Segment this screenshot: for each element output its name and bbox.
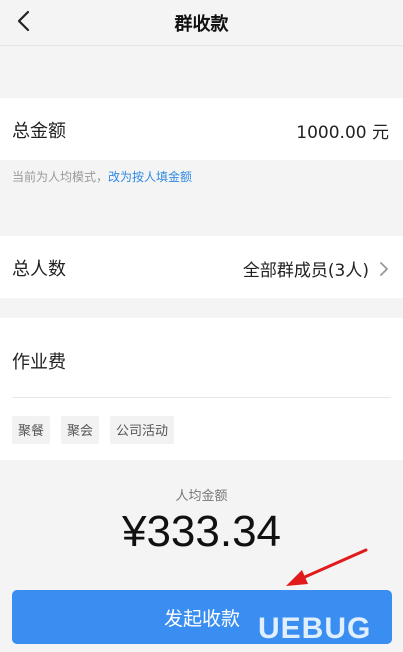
total-people-value-wrap: 全部群成员(3人) — [243, 256, 389, 281]
total-amount-label: 总金额 — [12, 121, 66, 142]
page-title: 群收款 — [174, 14, 229, 35]
tag-company-event[interactable]: 公司活动 — [110, 416, 175, 444]
total-amount-value[interactable]: 1000.00 元 — [296, 118, 389, 143]
watermark-logo: UEBUG — [258, 612, 372, 645]
total-amount-row[interactable]: 总金额 1000.00 元 — [0, 98, 403, 160]
mode-hint: 当前为人均模式，改为按人填金额 — [12, 168, 192, 185]
total-people-value: 全部群成员(3人) — [242, 261, 369, 281]
annotation-arrow-icon — [286, 548, 368, 586]
purpose-tags: 聚餐 聚会 公司活动 — [12, 416, 175, 444]
chevron-right-icon — [380, 261, 388, 276]
purpose-input[interactable]: 作业费 — [12, 348, 66, 374]
tag-gathering[interactable]: 聚会 — [61, 416, 100, 444]
purpose-divider — [12, 397, 391, 398]
top-nav-bar: 群收款 — [0, 0, 403, 46]
total-people-label: 总人数 — [12, 259, 66, 280]
average-label: 人均金额 — [175, 489, 228, 504]
total-people-row[interactable]: 总人数 全部群成员(3人) — [0, 236, 403, 298]
switch-mode-link[interactable]: 改为按人填金额 — [108, 170, 192, 184]
mode-hint-text: 当前为人均模式， — [12, 170, 109, 184]
tag-dinner[interactable]: 聚餐 — [12, 416, 51, 444]
